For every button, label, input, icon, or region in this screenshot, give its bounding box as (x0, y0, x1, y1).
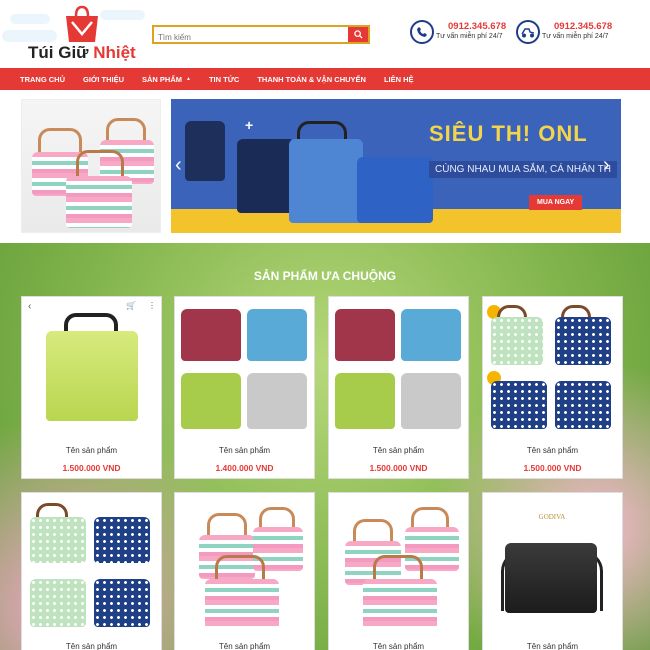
product-name[interactable]: Tên sản phẩm (329, 446, 468, 455)
caret-down-icon: ▲ (186, 76, 191, 82)
product-card[interactable]: Tên sản phẩm 1.500.000 VND (482, 296, 623, 479)
banner-area: + SIÊU TH! ONL CÙNG NHAU MUA SẮM, CÁ NHÂ… (0, 90, 650, 243)
nav-label: GIỚI THIỆU (83, 74, 124, 84)
search-icon (353, 30, 363, 39)
chevron-right-icon[interactable]: › (603, 154, 610, 177)
product-name[interactable]: Tên sản phẩm (22, 446, 161, 455)
product-price: 1.500.000 VND (369, 463, 428, 473)
godiva-logo: GODIVA (538, 513, 566, 521)
featured-products-section: SẢN PHẨM ƯA CHUỘNG ‹ 🛒 ⋮ Tên sản phẩm 1.… (0, 243, 650, 650)
product-price: 1.500.000 VND (523, 463, 582, 473)
chevron-left-icon[interactable]: ‹ (175, 154, 182, 177)
nav-item-products[interactable]: SẢN PHẨM ▲ (142, 75, 191, 84)
product-card[interactable]: Tên sản phẩm 1.500.000 VND (328, 296, 469, 479)
nav-item-home[interactable]: TRANG CHỦ (20, 75, 65, 84)
contact-delivery[interactable]: 0912.345.678 Tư vấn miễn phí 24/7 (516, 20, 626, 46)
nav-label: TIN TỨC (208, 74, 240, 84)
slider-tagline: CÙNG NHAU MUA SẮM, CÁ NHÂN TH (429, 161, 617, 178)
search-input[interactable] (154, 30, 348, 45)
product-image[interactable] (483, 297, 622, 435)
product-image[interactable]: GODIVA (483, 493, 622, 631)
slider-bag-image (237, 139, 295, 213)
contact-note: Tư vấn miễn phí 24/7 (436, 33, 503, 40)
contact-note: Tư vấn miễn phí 24/7 (542, 33, 609, 40)
delivery-icon (516, 20, 540, 44)
phone-icon (410, 20, 434, 44)
contact-phone: 0912.345.678 (448, 21, 507, 32)
product-card[interactable]: Tên sản phẩm 1.400.000 VND (174, 296, 315, 479)
product-price: 1.400.000 VND (215, 463, 274, 473)
contact-hotline[interactable]: 0912.345.678 Tư vấn miễn phí 24/7 (410, 20, 510, 46)
product-card[interactable]: Tên sản phẩm (328, 492, 469, 650)
contact-phone: 0912.345.678 (554, 21, 613, 32)
product-name[interactable]: Tên sản phẩm (483, 446, 622, 455)
slider-bag-image (357, 157, 433, 223)
more-icon: ⋮ (148, 301, 156, 310)
product-image[interactable] (329, 493, 468, 631)
hero-slider[interactable]: + SIÊU TH! ONL CÙNG NHAU MUA SẮM, CÁ NHÂ… (171, 99, 621, 233)
nav-item-news[interactable]: TIN TỨC (209, 75, 239, 84)
product-card[interactable]: ‹ 🛒 ⋮ Tên sản phẩm 1.500.000 VND (21, 296, 162, 479)
product-name[interactable]: Tên sản phẩm (22, 642, 161, 650)
product-name[interactable]: Tên sản phẩm (175, 446, 314, 455)
slider-bag-image (185, 121, 225, 181)
plus-icon: + (245, 117, 254, 133)
search-bar (152, 25, 370, 45)
site-header: Túi Giữ Nhiệt 0912.345.678 Tư vấn miễn p… (0, 0, 650, 68)
brand-logo[interactable]: Túi Giữ Nhiệt (28, 43, 136, 63)
nav-label: SẢN PHẨM (141, 74, 182, 84)
cart-icon: 🛒 (126, 301, 136, 310)
buy-now-button[interactable]: MUA NGAY (529, 195, 583, 210)
product-name[interactable]: Tên sản phẩm (175, 642, 314, 650)
product-name[interactable]: Tên sản phẩm (483, 642, 622, 650)
back-icon: ‹ (28, 301, 32, 312)
main-nav: TRANG CHỦ GIỚI THIỆU SẢN PHẨM ▲ TIN TỨC T… (0, 68, 650, 90)
nav-label: LIÊN HỆ (383, 74, 414, 84)
product-image[interactable] (329, 297, 468, 435)
product-card[interactable]: Tên sản phẩm (174, 492, 315, 650)
search-button[interactable] (348, 27, 368, 42)
product-card[interactable]: GODIVA Tên sản phẩm (482, 492, 623, 650)
brand-name-part2: Nhiệt (93, 43, 136, 62)
nav-item-contact[interactable]: LIÊN HỆ (384, 75, 414, 84)
nav-item-payment-shipping[interactable]: THANH TOÁN & VẬN CHUYỂN (257, 75, 366, 84)
product-image[interactable] (175, 297, 314, 435)
nav-label: TRANG CHỦ (20, 74, 65, 84)
product-image[interactable]: ‹ 🛒 ⋮ (22, 297, 161, 435)
logo-bag-icon[interactable] (62, 4, 102, 44)
slider-bag-image (289, 139, 363, 223)
side-banner-image[interactable] (21, 99, 161, 233)
brand-name-part1: Túi Giữ (28, 43, 94, 62)
product-name[interactable]: Tên sản phẩm (329, 642, 468, 650)
product-card[interactable]: Tên sản phẩm (21, 492, 162, 650)
product-image[interactable] (175, 493, 314, 631)
product-image[interactable] (22, 493, 161, 631)
product-price: 1.500.000 VND (62, 463, 121, 473)
section-title: SẢN PHẨM ƯA CHUỘNG (253, 269, 397, 283)
nav-item-about[interactable]: GIỚI THIỆU (83, 75, 124, 84)
slider-title: SIÊU TH! ONL (429, 121, 588, 146)
nav-label: THANH TOÁN & VẬN CHUYỂN (257, 74, 366, 84)
